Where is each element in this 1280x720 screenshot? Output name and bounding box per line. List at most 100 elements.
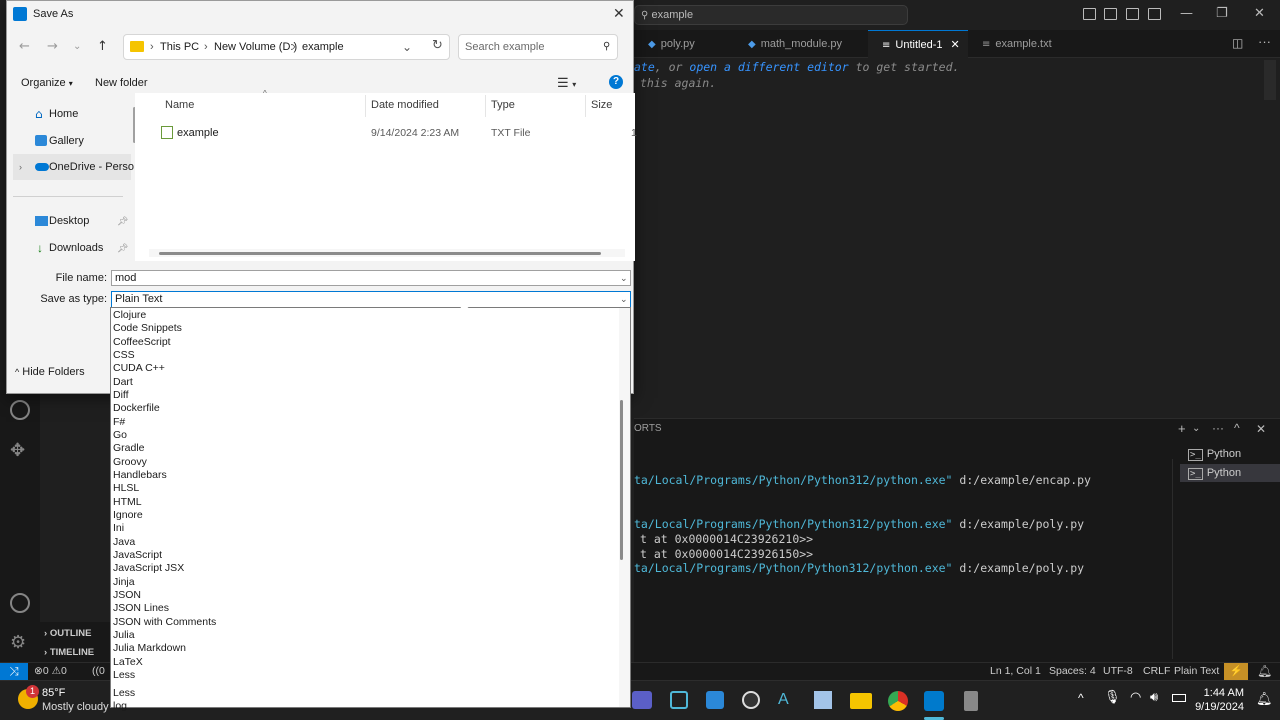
tab-untitled-1[interactable]: ≡ Untitled-1 ✕ [868,30,968,58]
scrollbar-thumb[interactable] [159,252,601,255]
list-item[interactable]: Dart [113,376,133,389]
tab-example-txt[interactable]: ≡ example.txt [968,30,1078,58]
list-item[interactable]: CSS [113,349,135,362]
refresh-icon[interactable]: ↻ [432,34,443,58]
remote-icon[interactable]: ⤨ [0,663,28,680]
list-item[interactable]: Julia [113,629,135,642]
azure-icon[interactable]: A [778,691,796,709]
list-item[interactable]: Go [113,429,127,442]
list-item[interactable]: Julia Markdown [113,642,186,655]
list-item[interactable]: HTML [113,496,142,509]
terminal-list-item[interactable]: >_ Python [1180,445,1280,463]
more-actions-icon[interactable]: ··· [1258,34,1271,49]
list-item[interactable]: Groovy [113,456,147,469]
horizontal-scrollbar[interactable] [149,249,625,257]
gear-icon[interactable]: ⚙ [10,632,26,653]
list-item[interactable]: JSON Lines [113,602,169,615]
timeline-section[interactable]: › TIMELINE [44,647,94,658]
open-different-editor-link[interactable]: open a different editor [689,60,848,74]
account-icon[interactable] [10,593,30,613]
command-center-search[interactable]: ⚲ example [634,5,908,25]
dropdown-scrollbar-thumb[interactable] [620,400,623,560]
list-item[interactable]: Ini [113,522,124,535]
microphone-icon[interactable]: 🎙︎ [1104,689,1121,705]
app-icon[interactable] [632,691,652,709]
list-item[interactable]: JSON with Comments [113,616,216,629]
problems-indicator[interactable]: ⊗0 ⚠0 [34,665,67,677]
list-item[interactable]: JavaScript JSX [113,562,184,575]
new-folder-button[interactable]: New folder [95,77,148,89]
tab-math-module[interactable]: ◆ math_module.py [734,30,868,58]
column-name[interactable]: Name [165,99,194,111]
calendar-icon[interactable] [706,691,724,709]
notification-bell-icon[interactable]: 🔔︎ [1256,691,1273,707]
list-item[interactable]: Clojure [113,309,146,322]
clock-date[interactable]: 9/19/2024 [1192,701,1244,713]
list-item[interactable]: Ignore [113,509,143,522]
nav-item-home[interactable]: ⌂ Home [13,101,131,127]
list-item[interactable]: Less [113,669,135,682]
nav-item-downloads[interactable]: ↓ Downloads 📌︎ [13,235,131,261]
chevron-down-icon[interactable]: ⌄ [620,292,628,306]
minimize-icon[interactable]: — [1180,6,1193,21]
app-icon[interactable] [964,691,978,711]
list-item[interactable]: Jinja [113,576,135,589]
wifi-icon[interactable]: ◠ [1130,689,1141,705]
kubernetes-icon[interactable] [10,400,30,420]
save-type-select[interactable]: Plain Text ⌄ [111,291,631,308]
chevron-down-icon[interactable]: ⌄ [402,35,412,59]
toggle-panel-icon[interactable] [1104,8,1117,20]
list-item[interactable]: LaTeX [113,656,143,669]
outline-section[interactable]: › OUTLINE [44,628,92,639]
chevron-down-icon[interactable]: ⌄ [1192,423,1200,434]
save-type-dropdown[interactable]: Clojure Code Snippets CoffeeScript CSS C… [110,307,631,712]
bell-icon[interactable]: 🔔︎ [1257,664,1272,678]
list-item[interactable]: Java [113,536,135,549]
breadcrumb-volume[interactable]: New Volume (D:) [214,35,297,59]
column-size[interactable]: Size [591,99,612,111]
chrome-icon[interactable] [888,691,908,711]
list-item[interactable]: Less [113,687,135,700]
editor-area[interactable]: ate, or open a different editor to get s… [634,58,1280,418]
file-explorer-icon[interactable] [850,693,872,709]
temperature[interactable]: 85°F [42,687,65,699]
file-name-field[interactable]: mod ⌄ [111,270,631,286]
back-icon[interactable]: ← [19,39,30,54]
list-item[interactable]: Handlebars [113,469,167,482]
search-input[interactable]: Search example ⚲ [458,34,618,60]
breadcrumb-example[interactable]: example [302,35,344,59]
weather-text[interactable]: Mostly cloudy [42,701,109,713]
extensions-icon[interactable]: ✥ [10,440,25,461]
virtualbox-icon[interactable] [814,691,832,709]
maximize-icon[interactable]: ❐ [1216,6,1228,21]
list-item[interactable]: CUDA C++ [113,362,165,375]
list-item[interactable]: HLSL [113,482,139,495]
more-actions-icon[interactable]: ··· [1212,421,1224,435]
close-window-icon[interactable]: ✕ [1254,6,1265,21]
list-item[interactable]: Diff [113,389,129,402]
customize-layout-icon[interactable] [1148,8,1161,20]
close-icon[interactable]: ✕ [613,1,625,27]
line-ending[interactable]: CRLF [1143,665,1170,677]
encoding[interactable]: UTF-8 [1103,665,1133,677]
snipping-tool-icon[interactable] [670,691,688,709]
breadcrumb-this-pc[interactable]: This PC [160,35,199,59]
nav-item-gallery[interactable]: Gallery [13,128,131,154]
github-icon[interactable] [742,691,760,709]
column-type[interactable]: Type [491,99,515,111]
minimap[interactable] [1264,60,1276,100]
nav-item-onedrive[interactable]: › OneDrive - Perso [13,154,134,180]
address-bar[interactable]: › This PC › New Volume (D:) › example ⌄ … [123,34,450,60]
toggle-sidebar-icon[interactable] [1083,8,1096,20]
toggle-secondary-sidebar-icon[interactable] [1126,8,1139,20]
list-item[interactable]: Code Snippets [113,322,182,335]
clock-time[interactable]: 1:44 AM [1200,687,1244,699]
chevron-up-icon[interactable]: ^ [1078,691,1084,705]
list-item[interactable]: F# [113,416,125,429]
column-date-modified[interactable]: Date modified [371,99,439,111]
table-row[interactable]: example 9/14/2024 2:23 AM TXT File 1 [135,121,637,145]
terminal-list-item[interactable]: >_ Python [1180,464,1280,482]
list-item[interactable]: Gradle [113,442,145,455]
forward-icon[interactable]: → [47,39,58,54]
hide-folders-button[interactable]: ^ Hide Folders [15,366,85,378]
